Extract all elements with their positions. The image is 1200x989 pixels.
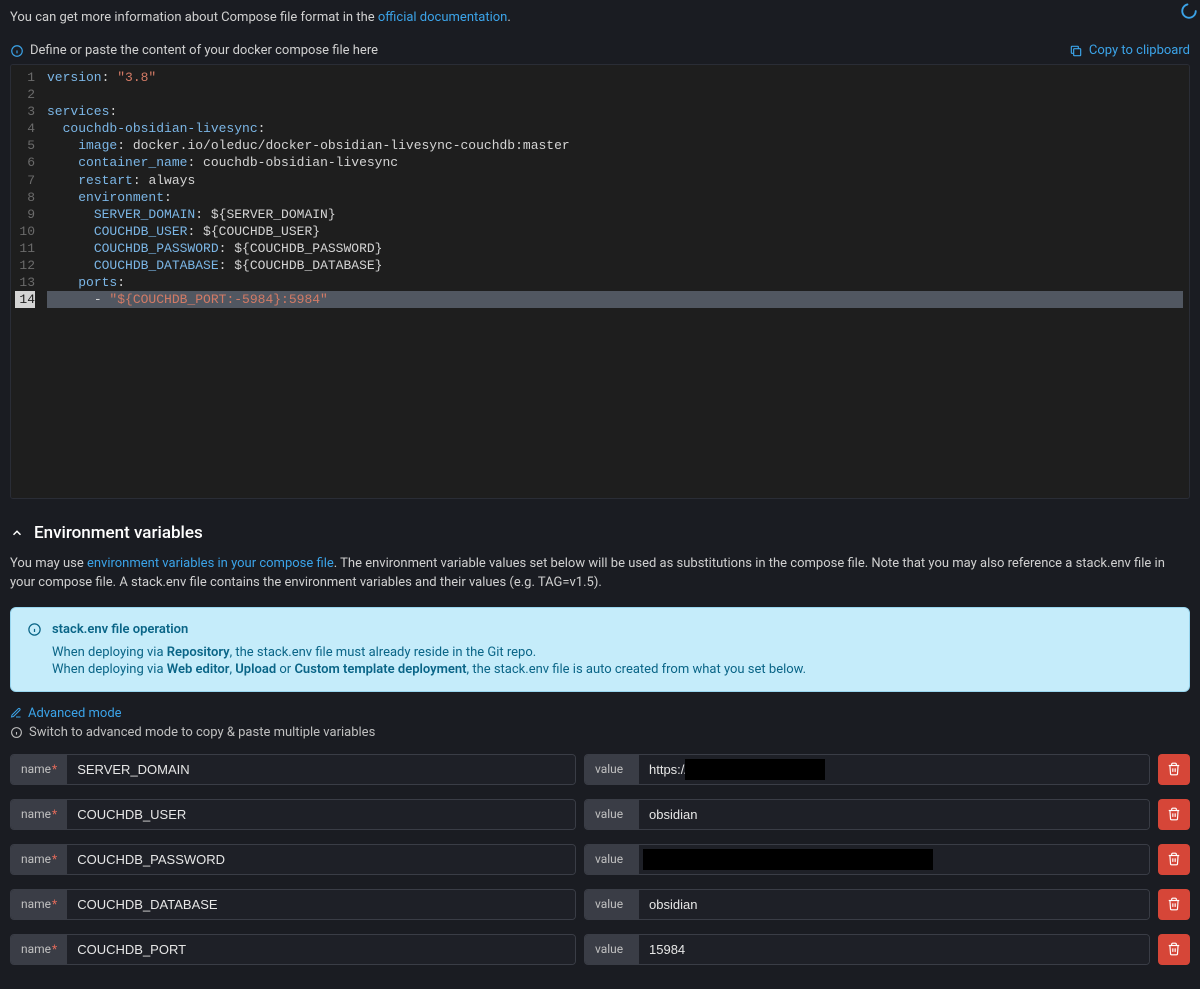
- redacted-block: [685, 759, 825, 780]
- env-name-label: name*: [11, 890, 67, 919]
- env-var-row: name* value: [10, 934, 1190, 965]
- env-name-input[interactable]: [67, 845, 575, 874]
- env-name-label: name*: [11, 755, 67, 784]
- editor-hint: Define or paste the content of your dock…: [10, 43, 378, 58]
- env-name-label: name*: [11, 935, 67, 964]
- delete-env-var-button[interactable]: [1158, 799, 1190, 830]
- redacted-block: [643, 849, 933, 870]
- env-value-input[interactable]: [639, 935, 1149, 964]
- env-value-label: value: [585, 800, 639, 829]
- env-var-row: name* value: [10, 889, 1190, 920]
- env-value-label: value: [585, 755, 639, 784]
- env-name-label: name*: [11, 845, 67, 874]
- info-box-title: stack.env file operation: [52, 622, 188, 637]
- delete-env-var-button[interactable]: [1158, 889, 1190, 920]
- env-name-label: name*: [11, 800, 67, 829]
- env-value-input[interactable]: [639, 800, 1149, 829]
- env-vars-description: You may use environment variables in you…: [10, 555, 1190, 593]
- copy-to-clipboard-button[interactable]: Copy to clipboard: [1069, 43, 1190, 58]
- env-name-input[interactable]: [67, 890, 575, 919]
- env-var-row: name* value: [10, 844, 1190, 875]
- env-name-input[interactable]: [67, 755, 575, 784]
- editor-gutter: 1234567891011121314: [11, 65, 41, 498]
- env-value-label: value: [585, 935, 639, 964]
- delete-env-var-button[interactable]: [1158, 754, 1190, 785]
- env-value-label: value: [585, 845, 639, 874]
- env-vars-docs-link[interactable]: environment variables in your compose fi…: [87, 556, 334, 571]
- compose-editor[interactable]: 1234567891011121314 version: "3.8"servic…: [10, 64, 1190, 499]
- editor-body[interactable]: version: "3.8"services: couchdb-obsidian…: [41, 65, 1189, 498]
- env-name-input[interactable]: [67, 935, 575, 964]
- stack-env-info-box: stack.env file operation When deploying …: [10, 607, 1190, 692]
- env-vars-section-toggle[interactable]: Environment variables: [10, 523, 1190, 543]
- env-name-input[interactable]: [67, 800, 575, 829]
- advanced-mode-hint: Switch to advanced mode to copy & paste …: [10, 725, 1190, 740]
- delete-env-var-button[interactable]: [1158, 844, 1190, 875]
- docs-link[interactable]: official documentation: [378, 10, 507, 25]
- env-value-input[interactable]: [639, 890, 1149, 919]
- loading-spinner: [1180, 2, 1198, 20]
- env-value-label: value: [585, 890, 639, 919]
- intro-text: You can get more information about Compo…: [10, 10, 1190, 25]
- env-var-row: name* value: [10, 799, 1190, 830]
- advanced-mode-link[interactable]: Advanced mode: [10, 706, 1190, 721]
- delete-env-var-button[interactable]: [1158, 934, 1190, 965]
- env-var-row: name* value: [10, 754, 1190, 785]
